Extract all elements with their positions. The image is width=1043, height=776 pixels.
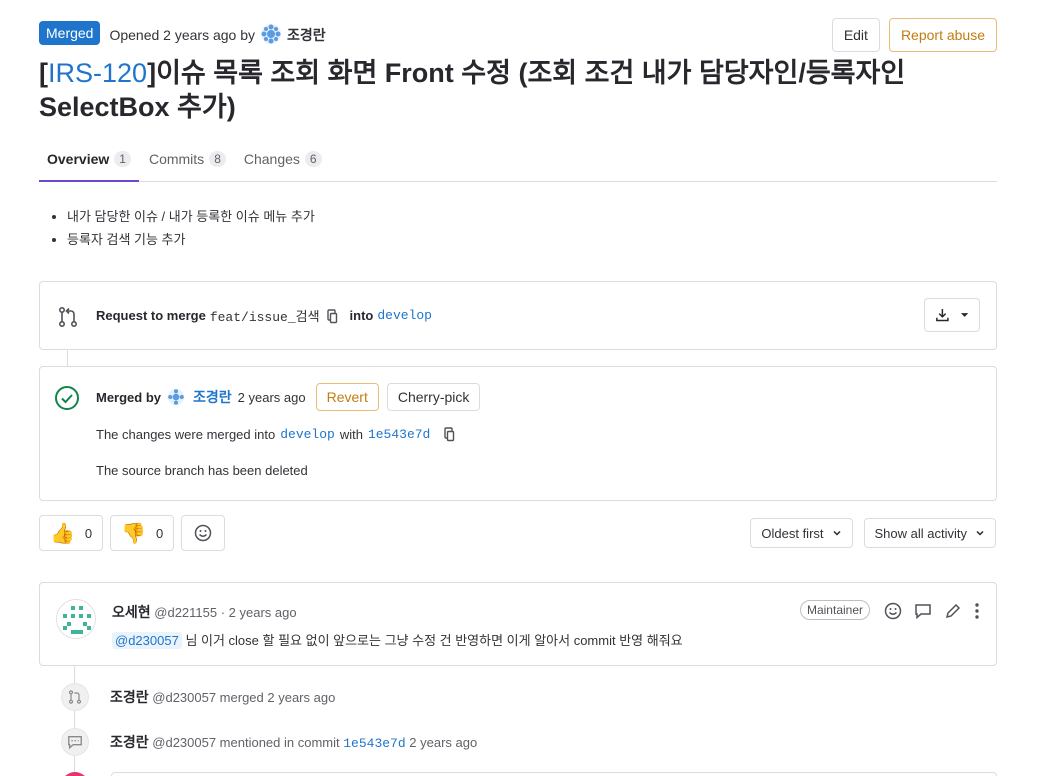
add-reaction-button[interactable]: [181, 515, 226, 551]
comment-actions: [884, 602, 980, 620]
activity-filters: Oldest first Show all activity: [750, 518, 996, 548]
thumbs-down-count: 0: [156, 525, 164, 541]
tab-label: Overview: [47, 150, 110, 167]
list-item: 내가 담당한 이슈 / 내가 등록한 이슈 메뉴 추가: [67, 205, 315, 228]
request-label: Request to merge: [96, 308, 206, 323]
thumbs-up-button[interactable]: 👍 0: [39, 515, 104, 551]
system-note-text: 조경란 @d230057 mentioned in commit 1e543e7…: [110, 732, 477, 752]
branch-deleted-text: The source branch has been deleted: [96, 463, 308, 478]
merge-request-text: Request to merge feat/issue_검색 into deve…: [96, 306, 432, 325]
opened-info: Opened 2 years ago by 조경란: [109, 23, 326, 45]
cherry-pick-button[interactable]: Cherry-pick: [386, 383, 481, 411]
merged-time: 2 years ago: [237, 389, 306, 405]
chevron-down-icon: [960, 313, 969, 317]
merged-status-widget: Merged by 조경란 2 years ago Revert Cherry-…: [39, 366, 997, 501]
tab-label: Changes: [243, 151, 300, 167]
event-author[interactable]: 조경란: [110, 689, 149, 705]
copy-icon[interactable]: [324, 308, 340, 324]
comment-event-icon: [61, 728, 89, 756]
header-actions: Edit Report abuse: [831, 18, 997, 52]
system-note-text: 조경란 @d230057 merged 2 years ago: [110, 687, 335, 707]
smiley-icon: [195, 524, 212, 542]
target-branch-link[interactable]: develop: [377, 308, 432, 323]
source-branch[interactable]: feat/issue_검색: [210, 306, 320, 325]
commit-link[interactable]: 1e543e7d: [343, 736, 405, 751]
sort-order-dropdown[interactable]: Oldest first: [750, 518, 853, 548]
tab-commits[interactable]: Commits 8: [141, 137, 234, 181]
tab-overview[interactable]: Overview 1: [39, 137, 139, 182]
more-actions-icon[interactable]: [974, 602, 980, 620]
system-note: 조경란 @d230057 merged 2 years ago: [61, 683, 991, 711]
download-icon: [936, 309, 949, 322]
merge-request-icon: [58, 306, 78, 327]
chevron-down-icon: [832, 530, 841, 536]
sort-order-label: Oldest first: [761, 525, 824, 541]
changes-text: The changes were merged into: [96, 426, 276, 442]
award-emoji-bar: 👍 0 👎 0: [39, 515, 226, 551]
merger-avatar[interactable]: [167, 388, 185, 406]
author-avatar[interactable]: [260, 23, 282, 45]
merged-by-row: Merged by 조경란 2 years ago Revert Cherry-…: [96, 383, 481, 411]
into-label: into: [349, 308, 374, 323]
timeline-connector: [67, 350, 68, 366]
merged-into-row: The changes were merged into develop wit…: [96, 426, 457, 442]
opened-text: Opened 2 years ago by: [109, 27, 256, 43]
tab-label: Commits: [148, 151, 205, 167]
event-time: 2 years ago: [409, 735, 478, 750]
thumbs-up-icon: 👍: [50, 522, 75, 545]
revert-button[interactable]: Revert: [315, 383, 379, 411]
with-label: with: [339, 426, 363, 442]
commenter-avatar[interactable]: [56, 599, 96, 639]
tab-count: 8: [209, 151, 226, 167]
comment-meta: 오세현 @d221155 · 2 years ago: [112, 602, 297, 622]
reply-comment-icon[interactable]: [914, 602, 932, 620]
author-name[interactable]: 조경란: [287, 25, 326, 45]
smiley-icon[interactable]: [884, 602, 902, 620]
system-note: 조경란 @d230057 mentioned in commit 1e543e7…: [61, 728, 991, 756]
event-author[interactable]: 조경란: [110, 734, 149, 750]
thumbs-up-count: 0: [84, 525, 93, 541]
tab-changes[interactable]: Changes 6: [236, 137, 330, 181]
comment-text: 님 이거 close 할 필요 없이 앞으로는 그냥 수정 건 반영하면 이게 …: [185, 633, 683, 648]
issue-ref-link[interactable]: IRS-120: [48, 58, 147, 88]
comment-body: @d230057 님 이거 close 할 필요 없이 앞으로는 그냥 수정 건…: [112, 630, 683, 649]
maintainer-badge: Maintainer: [799, 600, 870, 620]
thumbs-down-button[interactable]: 👎 0: [110, 515, 175, 551]
mr-header: Merged Opened 2 years ago by 조경란 Edit Re…: [39, 18, 997, 52]
branch-link[interactable]: develop: [280, 427, 335, 442]
comment-note: [111, 772, 997, 776]
commit-link[interactable]: 1e543e7d: [368, 427, 430, 442]
list-item: 등록자 검색 기능 추가: [67, 228, 315, 251]
check-circle-icon: [55, 386, 79, 410]
activity-filter-label: Show all activity: [874, 525, 967, 541]
mr-tabs: Overview 1 Commits 8 Changes 6: [39, 137, 997, 182]
avatar[interactable]: [61, 772, 89, 776]
download-dropdown[interactable]: [924, 298, 980, 332]
identicon-icon: [57, 600, 95, 638]
thumbs-down-icon: 👎: [121, 522, 147, 545]
status-badge: Merged: [39, 21, 101, 45]
comment-author[interactable]: 오세현: [112, 604, 151, 620]
mr-description: 내가 담당한 이슈 / 내가 등록한 이슈 메뉴 추가 등록자 검색 기능 추가: [52, 205, 315, 251]
comment-handle-time: @d221155 · 2 years ago: [154, 605, 297, 620]
title-text: 이슈 목록 조회 화면 Front 수정 (조회 조건 내가 담당자인/등록자인…: [39, 58, 906, 122]
merge-request-widget: Request to merge feat/issue_검색 into deve…: [39, 281, 997, 350]
merge-event-icon: [61, 683, 89, 711]
pencil-icon[interactable]: [944, 602, 962, 620]
merger-name[interactable]: 조경란: [193, 387, 232, 407]
chevron-down-icon: [976, 530, 984, 536]
report-abuse-button[interactable]: Report abuse: [888, 18, 997, 52]
user-mention-link[interactable]: @d230057: [112, 632, 182, 649]
activity-filter-dropdown[interactable]: Show all activity: [863, 518, 996, 548]
copy-icon[interactable]: [441, 426, 457, 442]
edit-button[interactable]: Edit: [831, 18, 880, 52]
comment-note: 오세현 @d221155 · 2 years ago Maintainer @d…: [39, 582, 997, 666]
merged-by-label: Merged by: [96, 389, 162, 405]
event-text: @d230057 mentioned in commit: [152, 735, 340, 750]
tab-count: 1: [114, 150, 131, 167]
page-title: [IRS-120]이슈 목록 조회 화면 Front 수정 (조회 조건 내가 …: [39, 58, 906, 122]
tab-count: 6: [304, 151, 322, 167]
event-text: @d230057 merged 2 years ago: [152, 690, 336, 705]
